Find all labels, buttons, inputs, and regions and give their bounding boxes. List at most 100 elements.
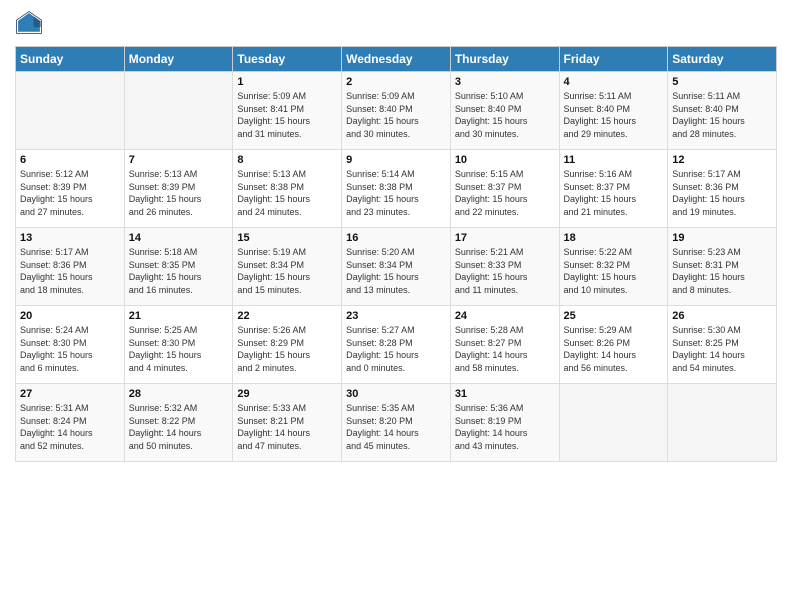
day-number: 23 bbox=[346, 310, 446, 322]
day-cell: 24Sunrise: 5:28 AM Sunset: 8:27 PM Dayli… bbox=[450, 306, 559, 384]
weekday-header-monday: Monday bbox=[124, 47, 233, 72]
day-number: 15 bbox=[237, 232, 337, 244]
weekday-header-tuesday: Tuesday bbox=[233, 47, 342, 72]
day-cell: 31 Sunrise: 5:36 AM Sunset: 8:19 PM Dayli… bbox=[450, 384, 559, 462]
day-number: 11 bbox=[564, 154, 664, 166]
day-number: 4 bbox=[564, 76, 664, 88]
day-info: Sunrise: 5:35 AM Sunset: 8:20 PM Dayligh… bbox=[346, 402, 446, 452]
day-cell: 20 Sunrise: 5:24 AM Sunset: 8:30 PM Dayli… bbox=[16, 306, 125, 384]
day-cell: 6Sunrise: 5:12 AM Sunset: 8:39 PM Daylig… bbox=[16, 150, 125, 228]
day-cell bbox=[559, 384, 668, 462]
day-info: Sunrise: 5:10 AM Sunset: 8:40 PM Dayligh… bbox=[455, 90, 555, 140]
day-number: 20 bbox=[20, 310, 120, 322]
day-cell: 13 Sunrise: 5:17 AM Sunset: 8:36 PM Dayli… bbox=[16, 228, 125, 306]
day-info: Sunrise: 5:36 AM Sunset: 8:19 PM Dayligh… bbox=[455, 402, 555, 452]
week-row-2: 6Sunrise: 5:12 AM Sunset: 8:39 PM Daylig… bbox=[16, 150, 777, 228]
day-number: 7 bbox=[129, 154, 229, 166]
day-number: 26 bbox=[672, 310, 772, 322]
day-cell: 11 Sunrise: 5:16 AM Sunset: 8:37 PM Dayli… bbox=[559, 150, 668, 228]
day-cell: 30 Sunrise: 5:35 AM Sunset: 8:20 PM Dayli… bbox=[342, 384, 451, 462]
day-info: Sunrise: 5:19 AM Sunset: 8:34 PM Dayligh… bbox=[237, 246, 337, 296]
logo-icon bbox=[15, 10, 43, 38]
week-row-5: 27 Sunrise: 5:31 AM Sunset: 8:24 PM Dayli… bbox=[16, 384, 777, 462]
day-number: 12 bbox=[672, 154, 772, 166]
day-number: 30 bbox=[346, 388, 446, 400]
day-number: 16 bbox=[346, 232, 446, 244]
day-info: Sunrise: 5:31 AM Sunset: 8:24 PM Dayligh… bbox=[20, 402, 120, 452]
day-info: Sunrise: 5:17 AM Sunset: 8:36 PM Dayligh… bbox=[20, 246, 120, 296]
day-info: Sunrise: 5:13 AM Sunset: 8:39 PM Dayligh… bbox=[129, 168, 229, 218]
day-cell: 3 Sunrise: 5:10 AM Sunset: 8:40 PM Daylig… bbox=[450, 72, 559, 150]
day-cell: 4 Sunrise: 5:11 AM Sunset: 8:40 PM Daylig… bbox=[559, 72, 668, 150]
day-info: Sunrise: 5:09 AM Sunset: 8:41 PM Dayligh… bbox=[237, 90, 337, 140]
day-info: Sunrise: 5:26 AM Sunset: 8:29 PM Dayligh… bbox=[237, 324, 337, 374]
day-number: 28 bbox=[129, 388, 229, 400]
weekday-header-saturday: Saturday bbox=[668, 47, 777, 72]
day-number: 9 bbox=[346, 154, 446, 166]
day-number: 22 bbox=[237, 310, 337, 322]
weekday-header-wednesday: Wednesday bbox=[342, 47, 451, 72]
day-info: Sunrise: 5:30 AM Sunset: 8:25 PM Dayligh… bbox=[672, 324, 772, 374]
day-info: Sunrise: 5:09 AM Sunset: 8:40 PM Dayligh… bbox=[346, 90, 446, 140]
day-cell: 17Sunrise: 5:21 AM Sunset: 8:33 PM Dayli… bbox=[450, 228, 559, 306]
day-info: Sunrise: 5:22 AM Sunset: 8:32 PM Dayligh… bbox=[564, 246, 664, 296]
day-number: 13 bbox=[20, 232, 120, 244]
header bbox=[15, 10, 777, 38]
day-number: 10 bbox=[455, 154, 555, 166]
day-cell: 29 Sunrise: 5:33 AM Sunset: 8:21 PM Dayli… bbox=[233, 384, 342, 462]
day-cell bbox=[668, 384, 777, 462]
day-cell: 14 Sunrise: 5:18 AM Sunset: 8:35 PM Dayli… bbox=[124, 228, 233, 306]
day-number: 31 bbox=[455, 388, 555, 400]
page: SundayMondayTuesdayWednesdayThursdayFrid… bbox=[0, 0, 792, 612]
day-cell: 8Sunrise: 5:13 AM Sunset: 8:38 PM Daylig… bbox=[233, 150, 342, 228]
day-cell: 2Sunrise: 5:09 AM Sunset: 8:40 PM Daylig… bbox=[342, 72, 451, 150]
day-info: Sunrise: 5:20 AM Sunset: 8:34 PM Dayligh… bbox=[346, 246, 446, 296]
day-cell: 5 Sunrise: 5:11 AM Sunset: 8:40 PM Daylig… bbox=[668, 72, 777, 150]
week-row-1: 1Sunrise: 5:09 AM Sunset: 8:41 PM Daylig… bbox=[16, 72, 777, 150]
day-cell: 21Sunrise: 5:25 AM Sunset: 8:30 PM Dayli… bbox=[124, 306, 233, 384]
weekday-header-thursday: Thursday bbox=[450, 47, 559, 72]
day-cell: 7 Sunrise: 5:13 AM Sunset: 8:39 PM Daylig… bbox=[124, 150, 233, 228]
day-cell: 16 Sunrise: 5:20 AM Sunset: 8:34 PM Dayli… bbox=[342, 228, 451, 306]
day-cell: 27 Sunrise: 5:31 AM Sunset: 8:24 PM Dayli… bbox=[16, 384, 125, 462]
day-cell: 23 Sunrise: 5:27 AM Sunset: 8:28 PM Dayli… bbox=[342, 306, 451, 384]
calendar: SundayMondayTuesdayWednesdayThursdayFrid… bbox=[15, 46, 777, 462]
day-info: Sunrise: 5:17 AM Sunset: 8:36 PM Dayligh… bbox=[672, 168, 772, 218]
day-cell: 9 Sunrise: 5:14 AM Sunset: 8:38 PM Daylig… bbox=[342, 150, 451, 228]
day-info: Sunrise: 5:18 AM Sunset: 8:35 PM Dayligh… bbox=[129, 246, 229, 296]
day-number: 18 bbox=[564, 232, 664, 244]
day-number: 29 bbox=[237, 388, 337, 400]
weekday-header-sunday: Sunday bbox=[16, 47, 125, 72]
day-number: 25 bbox=[564, 310, 664, 322]
day-cell: 10Sunrise: 5:15 AM Sunset: 8:37 PM Dayli… bbox=[450, 150, 559, 228]
day-cell: 28 Sunrise: 5:32 AM Sunset: 8:22 PM Dayli… bbox=[124, 384, 233, 462]
day-cell bbox=[124, 72, 233, 150]
day-cell: 15 Sunrise: 5:19 AM Sunset: 8:34 PM Dayli… bbox=[233, 228, 342, 306]
day-number: 3 bbox=[455, 76, 555, 88]
day-info: Sunrise: 5:16 AM Sunset: 8:37 PM Dayligh… bbox=[564, 168, 664, 218]
day-info: Sunrise: 5:11 AM Sunset: 8:40 PM Dayligh… bbox=[672, 90, 772, 140]
day-info: Sunrise: 5:27 AM Sunset: 8:28 PM Dayligh… bbox=[346, 324, 446, 374]
day-number: 5 bbox=[672, 76, 772, 88]
day-cell: 1Sunrise: 5:09 AM Sunset: 8:41 PM Daylig… bbox=[233, 72, 342, 150]
day-cell: 22 Sunrise: 5:26 AM Sunset: 8:29 PM Dayli… bbox=[233, 306, 342, 384]
logo bbox=[15, 10, 46, 38]
day-number: 8 bbox=[237, 154, 337, 166]
day-number: 19 bbox=[672, 232, 772, 244]
week-row-4: 20 Sunrise: 5:24 AM Sunset: 8:30 PM Dayli… bbox=[16, 306, 777, 384]
day-number: 27 bbox=[20, 388, 120, 400]
day-info: Sunrise: 5:29 AM Sunset: 8:26 PM Dayligh… bbox=[564, 324, 664, 374]
day-info: Sunrise: 5:14 AM Sunset: 8:38 PM Dayligh… bbox=[346, 168, 446, 218]
day-info: Sunrise: 5:32 AM Sunset: 8:22 PM Dayligh… bbox=[129, 402, 229, 452]
day-cell: 12 Sunrise: 5:17 AM Sunset: 8:36 PM Dayli… bbox=[668, 150, 777, 228]
day-info: Sunrise: 5:24 AM Sunset: 8:30 PM Dayligh… bbox=[20, 324, 120, 374]
day-info: Sunrise: 5:28 AM Sunset: 8:27 PM Dayligh… bbox=[455, 324, 555, 374]
day-info: Sunrise: 5:33 AM Sunset: 8:21 PM Dayligh… bbox=[237, 402, 337, 452]
weekday-header-friday: Friday bbox=[559, 47, 668, 72]
day-cell: 25 Sunrise: 5:29 AM Sunset: 8:26 PM Dayli… bbox=[559, 306, 668, 384]
weekday-row: SundayMondayTuesdayWednesdayThursdayFrid… bbox=[16, 47, 777, 72]
day-number: 14 bbox=[129, 232, 229, 244]
day-info: Sunrise: 5:11 AM Sunset: 8:40 PM Dayligh… bbox=[564, 90, 664, 140]
week-row-3: 13 Sunrise: 5:17 AM Sunset: 8:36 PM Dayli… bbox=[16, 228, 777, 306]
day-info: Sunrise: 5:21 AM Sunset: 8:33 PM Dayligh… bbox=[455, 246, 555, 296]
